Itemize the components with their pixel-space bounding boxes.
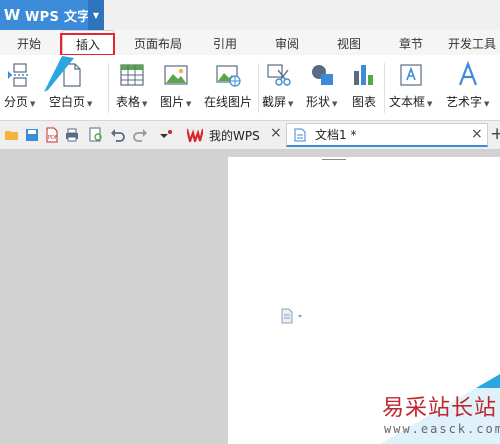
undo-icon[interactable] (110, 127, 126, 143)
watermark-text: 易采站长站 (382, 396, 498, 421)
chevron-down-icon: ▼ (87, 100, 93, 108)
close-icon[interactable]: × (270, 125, 282, 141)
tab-page-layout[interactable]: 页面布局 (128, 30, 188, 55)
chevron-down-icon: ▼ (484, 100, 490, 108)
export-pdf-icon[interactable]: PDF (44, 127, 60, 143)
shapes-icon (308, 61, 336, 89)
table-label: 表格 (116, 95, 141, 109)
textbox-icon (397, 61, 425, 89)
print-preview-icon[interactable] (88, 127, 104, 143)
picture-label: 图片 (160, 95, 185, 109)
svg-text:PDF: PDF (48, 135, 58, 141)
text-cursor-marker (322, 159, 346, 160)
picture-button[interactable]: 图片 ▼ (160, 61, 191, 110)
divider (108, 63, 109, 113)
tab-review[interactable]: 审阅 (266, 30, 308, 55)
screenshot-button[interactable]: 截屏 ▼ (262, 61, 293, 110)
wordart-button[interactable]: 艺术字 ▼ (446, 60, 490, 110)
save-icon[interactable] (24, 127, 40, 143)
tab-label: 文档1 * (315, 128, 357, 142)
tab-my-wps[interactable]: 我的WPS × (185, 123, 285, 147)
tab-insert[interactable]: 插入 (62, 30, 114, 56)
pointer-shape (44, 56, 74, 92)
app-title: WPS 文字 (25, 9, 91, 25)
page-break-button[interactable]: 分页 ▼ (4, 61, 35, 110)
quick-access-toolbar: PDF 我的WPS × 文档1 * × + (0, 121, 500, 150)
tab-references[interactable]: 引用 (204, 30, 246, 55)
shapes-label: 形状 (306, 95, 331, 109)
ribbon: 分页 ▼ 空白页 ▼ 表格 ▼ 图片 ▼ 在线图片 截屏 ▼ 形状 ▼ 图表 文… (0, 55, 500, 121)
wordart-icon (454, 60, 482, 89)
chevron-down-icon: ▼ (427, 100, 433, 108)
open-folder-icon[interactable] (4, 127, 20, 143)
menu-bar: 开始 插入 页面布局 引用 审阅 视图 章节 开发工具 (0, 30, 500, 56)
chevron-down-icon: ▼ (142, 100, 148, 108)
divider (258, 63, 259, 113)
picture-icon (162, 61, 190, 89)
chart-icon (350, 61, 378, 89)
close-icon[interactable]: × (471, 126, 483, 142)
tab-chapter[interactable]: 章节 (390, 30, 432, 55)
divider (384, 63, 385, 113)
app-menu-button[interactable]: W WPS 文字 ▼ (0, 0, 104, 30)
screenshot-label: 截屏 (262, 95, 287, 109)
document-icon (294, 128, 306, 141)
table-button[interactable]: 表格 ▼ (116, 61, 147, 110)
wps-logo-icon (187, 128, 203, 142)
redo-icon[interactable] (132, 127, 148, 143)
new-tab-icon[interactable]: + (490, 124, 500, 144)
title-bar: W WPS 文字 ▼ (0, 0, 500, 30)
tab-document1[interactable]: 文档1 * × (286, 123, 488, 147)
chart-label: 图表 (351, 95, 376, 109)
online-picture-icon (214, 61, 242, 89)
screenshot-icon (264, 61, 292, 89)
table-icon (118, 61, 146, 89)
chart-button[interactable]: 图表 (350, 61, 378, 110)
blank-page-label: 空白页 (49, 95, 86, 109)
page-break-icon (6, 61, 34, 89)
customize-toolbar-icon[interactable] (158, 127, 174, 143)
chevron-down-icon: ▼ (30, 100, 36, 108)
page-break-label: 分页 (4, 95, 29, 109)
watermark-url: www.easck.com (384, 422, 500, 436)
chevron-down-icon: ▼ (186, 100, 192, 108)
textbox-button[interactable]: 文本框 ▼ (389, 61, 432, 110)
online-picture-button[interactable]: 在线图片 (204, 61, 252, 110)
textbox-label: 文本框 (389, 95, 426, 109)
tab-developer[interactable]: 开发工具 (448, 30, 500, 55)
chevron-down-icon: ▼ (332, 100, 338, 108)
wordart-label: 艺术字 (446, 95, 483, 109)
chevron-down-icon[interactable]: ▼ (88, 0, 104, 30)
chevron-down-icon: ▼ (288, 100, 294, 108)
paste-options-icon[interactable] (280, 308, 306, 324)
wps-logo-icon: W (3, 6, 21, 24)
shapes-button[interactable]: 形状 ▼ (306, 61, 337, 110)
tab-view[interactable]: 视图 (328, 30, 370, 55)
print-icon[interactable] (64, 127, 80, 143)
tab-start[interactable]: 开始 (8, 30, 50, 55)
tab-label: 我的WPS (209, 128, 260, 143)
online-picture-label: 在线图片 (204, 95, 253, 109)
